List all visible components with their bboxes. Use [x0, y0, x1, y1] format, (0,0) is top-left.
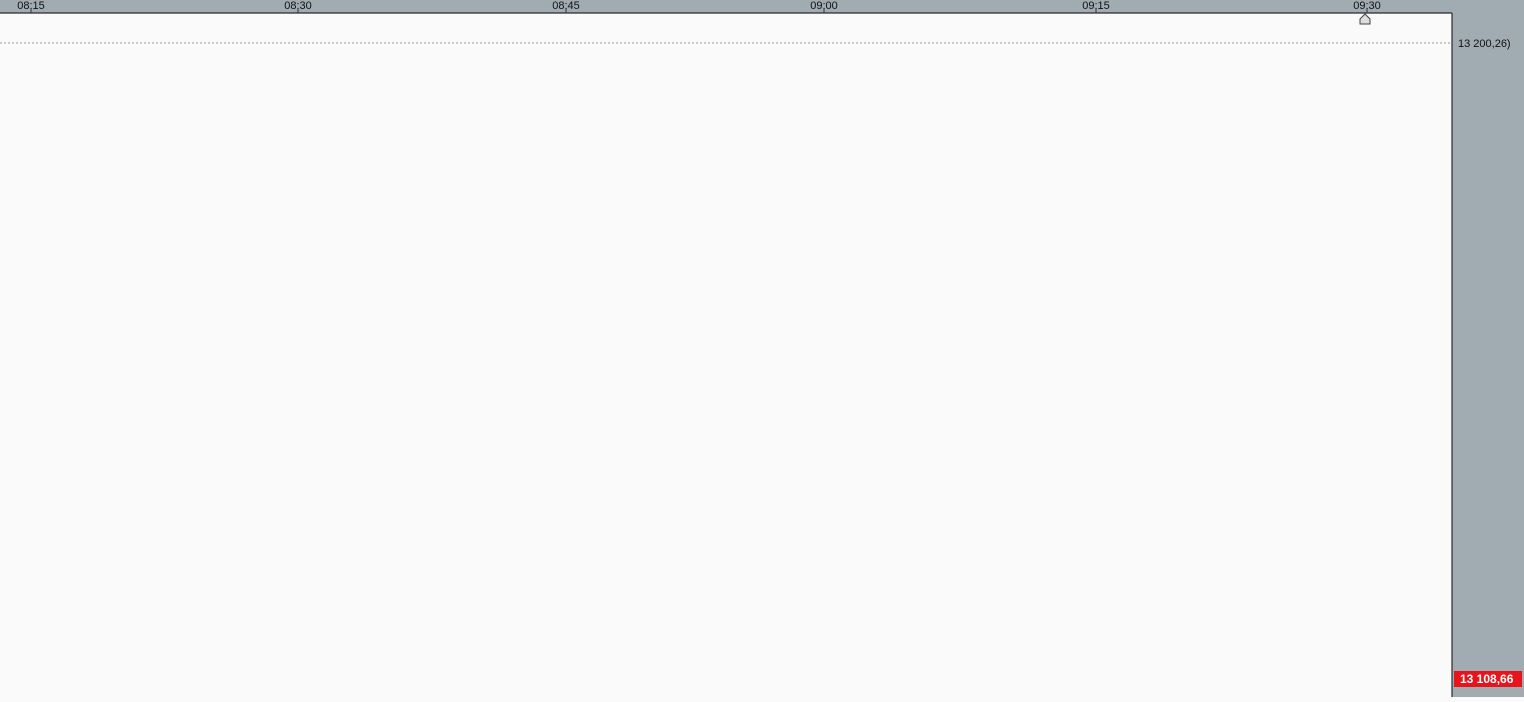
price-axis-bar — [1452, 0, 1524, 697]
time-axis-bar — [0, 0, 1524, 13]
time-tick-label: 08:30 — [284, 0, 312, 12]
bottom-price-label: 13 108,66 — [1460, 672, 1514, 686]
chart-container[interactable]: 08:1508:3008:4509:0009:1509:30 13 120,00… — [0, 0, 1524, 697]
time-tick-label: 09:30 — [1353, 0, 1381, 12]
top-level-label: 13 200,26) — [1458, 38, 1511, 50]
time-tick-label: 08:15 — [17, 0, 45, 12]
time-tick-label: 08:45 — [552, 0, 580, 12]
plot-area — [0, 0, 1452, 697]
price-chart[interactable]: 08:1508:3008:4509:0009:1509:30 13 120,00… — [0, 0, 1524, 697]
time-tick-label: 09:15 — [1082, 0, 1110, 12]
time-tick-label: 09:00 — [810, 0, 838, 12]
